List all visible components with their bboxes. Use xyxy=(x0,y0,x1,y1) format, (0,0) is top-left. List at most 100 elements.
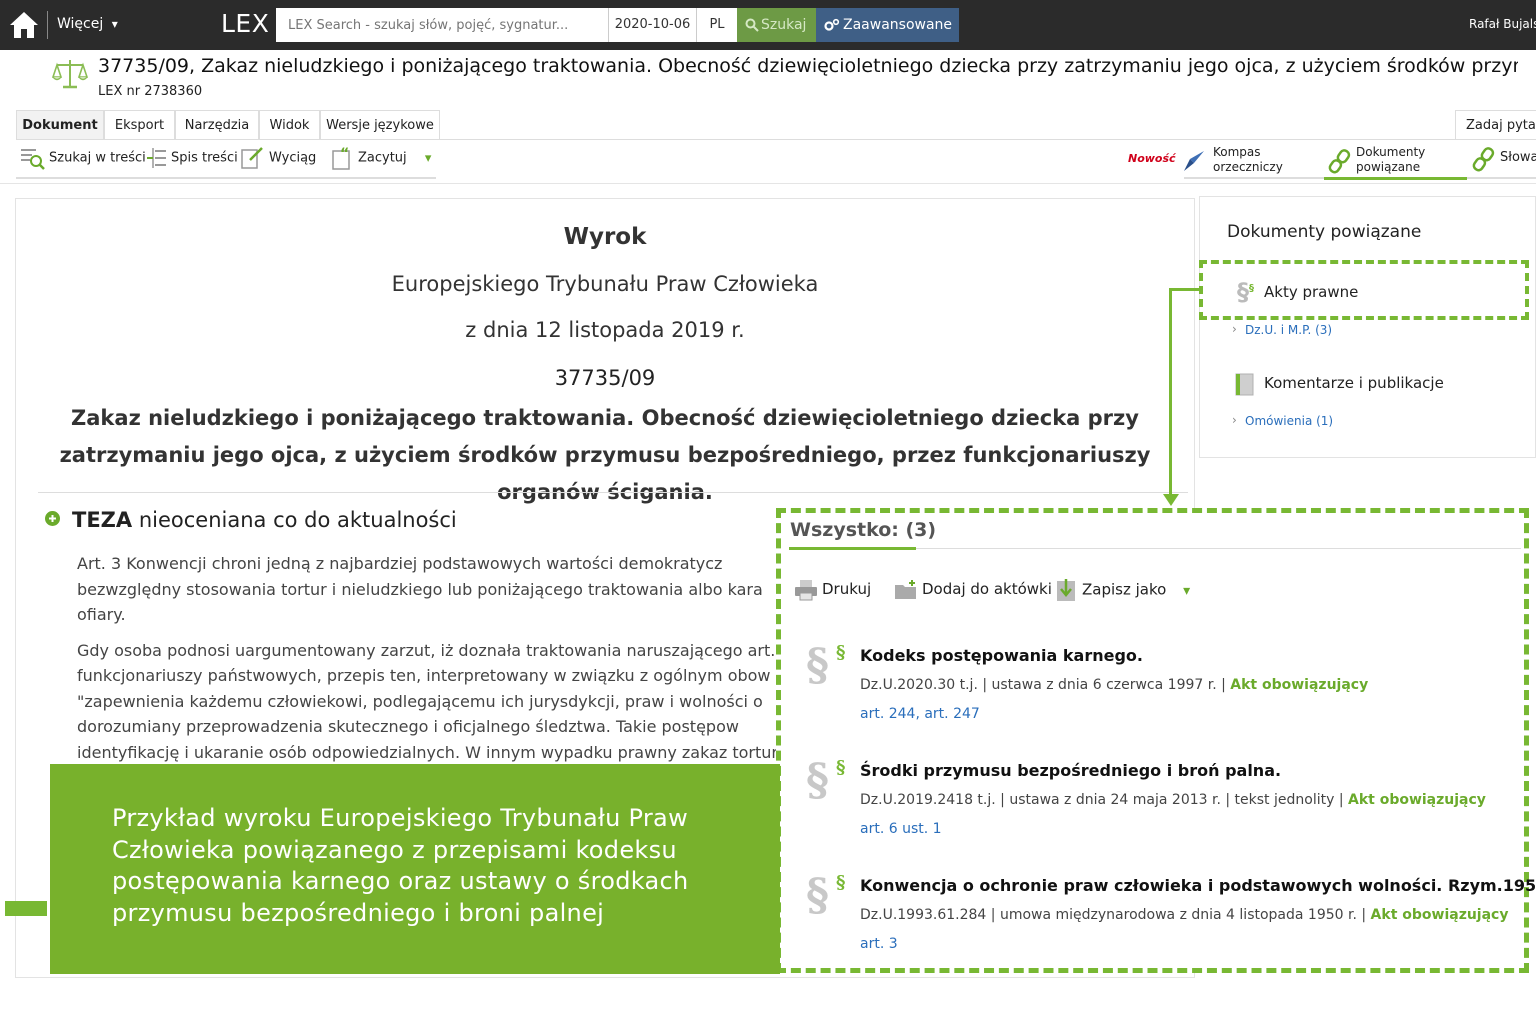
cite-button[interactable]: “ Zacytuj ▾ xyxy=(331,146,431,172)
more-menu-button[interactable]: Więcej ▾ xyxy=(57,16,118,32)
search-input[interactable] xyxy=(276,8,608,42)
all-results-title: Wszystko: (3) xyxy=(790,519,937,541)
body-line: dorozumiany przeprowadzenia skutecznego … xyxy=(77,717,739,736)
search-icon xyxy=(745,18,759,32)
result-meta-text: Dz.U.1993.61.284 | umowa międzynarodowa … xyxy=(860,907,1371,923)
result-articles-link[interactable]: art. 244, art. 247 xyxy=(860,706,980,722)
active-tool-indicator xyxy=(1324,177,1467,180)
related-documents-line2: powiązane xyxy=(1356,160,1421,174)
comments-publications-heading[interactable]: Komentarze i publikacje xyxy=(1264,374,1444,392)
kompas-orzeczniczy-button[interactable]: Kompas orzeczniczy xyxy=(1213,145,1283,175)
result-articles-link[interactable]: art. 6 ust. 1 xyxy=(860,821,942,837)
body-paragraph: Art. 3 Konwencji chroni jedną z najbardz… xyxy=(77,551,777,628)
kompas-label-line1: Kompas xyxy=(1213,145,1261,159)
svg-text:“: “ xyxy=(340,146,349,162)
language-select[interactable]: PL xyxy=(696,8,737,42)
body-line: "zapewnienia każdemu człowiekowi, podleg… xyxy=(77,691,763,711)
document-heading: Wyrok xyxy=(563,224,647,250)
top-bar: Więcej ▾ LEX 2020-10-06 PL Szukaj Zaawan… xyxy=(0,0,1536,50)
document-divider xyxy=(38,492,1188,493)
new-badge: Nowość xyxy=(1128,152,1176,165)
body-line: Art. 3 Konwencji chroni jedną z najbardz… xyxy=(77,554,723,573)
search-in-text-button[interactable]: Szukaj w treści xyxy=(20,146,146,172)
search-button-label: Szukaj xyxy=(761,17,807,33)
paragraph-icon: §§ xyxy=(1237,278,1254,306)
home-icon[interactable] xyxy=(8,9,40,41)
result-title[interactable]: Kodeks postępowania karnego. xyxy=(860,646,1143,665)
toolbar-underline xyxy=(16,177,436,179)
body-line: Gdy osoba podnosi uargumentowany zarzut,… xyxy=(77,640,776,660)
search-text-icon xyxy=(21,149,45,170)
result-articles-link[interactable]: art. 3 xyxy=(860,936,898,952)
dzu-mp-link[interactable]: Dz.U. i M.P. (3) xyxy=(1245,323,1332,337)
document-body: Art. 3 Konwencji chroni jedną z najbardz… xyxy=(77,551,777,775)
keywords-button[interactable]: Słowa xyxy=(1500,150,1536,165)
connector-line xyxy=(1169,288,1172,496)
case-number: 37735/09 xyxy=(554,366,656,390)
related-documents-button[interactable]: Dokumenty powiązane xyxy=(1356,145,1425,175)
tab-widok[interactable]: Widok xyxy=(259,110,320,140)
quote-icon: “ xyxy=(332,146,350,170)
save-as-button[interactable]: Zapisz jako ▾ xyxy=(1056,578,1190,602)
chain-link-icon xyxy=(1328,149,1351,174)
printer-icon xyxy=(795,579,817,600)
chain-link-icon xyxy=(1472,147,1495,172)
chevron-down-icon[interactable]: ▾ xyxy=(1183,583,1190,599)
paragraph-icon: §§ xyxy=(806,640,846,691)
tab-narzedzia[interactable]: Narzędzia xyxy=(175,110,259,140)
caption-text: Przykład wyroku Europejskiego Trybunału … xyxy=(112,804,689,927)
thesis-label: TEZA xyxy=(72,508,133,532)
paragraph-icon: §§ xyxy=(806,755,846,806)
result-title[interactable]: Środki przymusu bezpośredniego i broń pa… xyxy=(860,761,1281,780)
expand-plus-icon[interactable] xyxy=(45,511,60,526)
tab-zadaj-pytanie[interactable]: Zadaj pytanie xyxy=(1455,110,1536,140)
search-in-text-label: Szukaj w treści xyxy=(49,150,146,166)
omowienia-link[interactable]: Omówienia (1) xyxy=(1245,414,1333,428)
tab-divider xyxy=(16,139,1536,140)
search-button[interactable]: Szukaj xyxy=(737,8,816,42)
gears-icon xyxy=(824,18,840,31)
date-field[interactable]: 2020-10-06 xyxy=(608,8,696,42)
legal-acts-heading[interactable]: Akty prawne xyxy=(1264,283,1358,301)
body-line: bezwzględny stosowania tortur i nieludzk… xyxy=(77,579,763,599)
result-status: Akt obowiązujący xyxy=(1230,677,1369,693)
side-feedback-tab[interactable] xyxy=(5,901,47,916)
tab-eksport[interactable]: Eksport xyxy=(104,110,175,140)
cite-label: Zacytuj xyxy=(358,150,407,166)
print-button[interactable]: Drukuj xyxy=(794,578,871,601)
compass-icon xyxy=(1184,151,1204,171)
result-title[interactable]: Konwencja o ochronie praw człowieka i po… xyxy=(860,876,1536,895)
user-name[interactable]: Rafał Bujals xyxy=(1469,17,1536,31)
excerpt-button[interactable]: Wyciąg xyxy=(240,146,316,172)
case-title: Zakaz nieludzkiego i poniżającego trakto… xyxy=(59,406,1151,504)
result-meta: Dz.U.2019.2418 t.j. | ustawa z dnia 24 m… xyxy=(860,792,1486,808)
scales-of-justice-icon xyxy=(52,60,88,89)
lex-number: LEX nr 2738360 xyxy=(98,84,203,99)
save-download-icon xyxy=(1057,579,1075,601)
add-to-briefcase-button[interactable]: Dodaj do aktówki xyxy=(894,578,1052,601)
more-menu-label: Więcej xyxy=(57,16,104,32)
tab-dokument[interactable]: Dokument xyxy=(16,110,104,140)
result-meta-text: Dz.U.2020.30 t.j. | ustawa z dnia 6 czer… xyxy=(860,677,1231,693)
result-meta: Dz.U.2020.30 t.j. | ustawa z dnia 6 czer… xyxy=(860,677,1368,693)
chevron-right-icon: › xyxy=(1232,413,1237,427)
result-status: Akt obowiązujący xyxy=(1347,792,1486,808)
related-documents-line1: Dokumenty xyxy=(1356,145,1426,159)
chevron-down-icon[interactable]: ▾ xyxy=(425,151,432,166)
thesis-heading: TEZA nieoceniana co do aktualności xyxy=(72,508,457,532)
body-paragraph: Gdy osoba podnosi uargumentowany zarzut,… xyxy=(77,638,777,766)
excerpt-label: Wyciąg xyxy=(269,150,317,166)
tab-wersje-jezykowe[interactable]: Wersje językowe xyxy=(320,110,440,140)
lex-logo[interactable]: LEX xyxy=(221,9,269,38)
result-meta-text: Dz.U.2019.2418 t.j. | ustawa z dnia 24 m… xyxy=(860,792,1348,808)
advanced-search-label: Zaawansowane xyxy=(843,17,953,33)
court-name: Europejskiego Trybunału Praw Człowieka xyxy=(391,272,819,296)
table-of-contents-button[interactable]: Spis treści xyxy=(146,146,238,172)
document-title: 37735/09, Zakaz nieludzkiego i poniżając… xyxy=(98,55,1518,77)
all-results-divider xyxy=(916,548,1521,549)
advanced-search-button[interactable]: Zaawansowane xyxy=(816,8,959,42)
body-line: funkcjonariuszy państwowych, przepis ten… xyxy=(77,666,771,685)
thesis-status: nieoceniana co do aktualności xyxy=(132,508,457,532)
result-meta: Dz.U.1993.61.284 | umowa międzynarodowa … xyxy=(860,907,1508,923)
all-results-underline xyxy=(789,547,916,550)
